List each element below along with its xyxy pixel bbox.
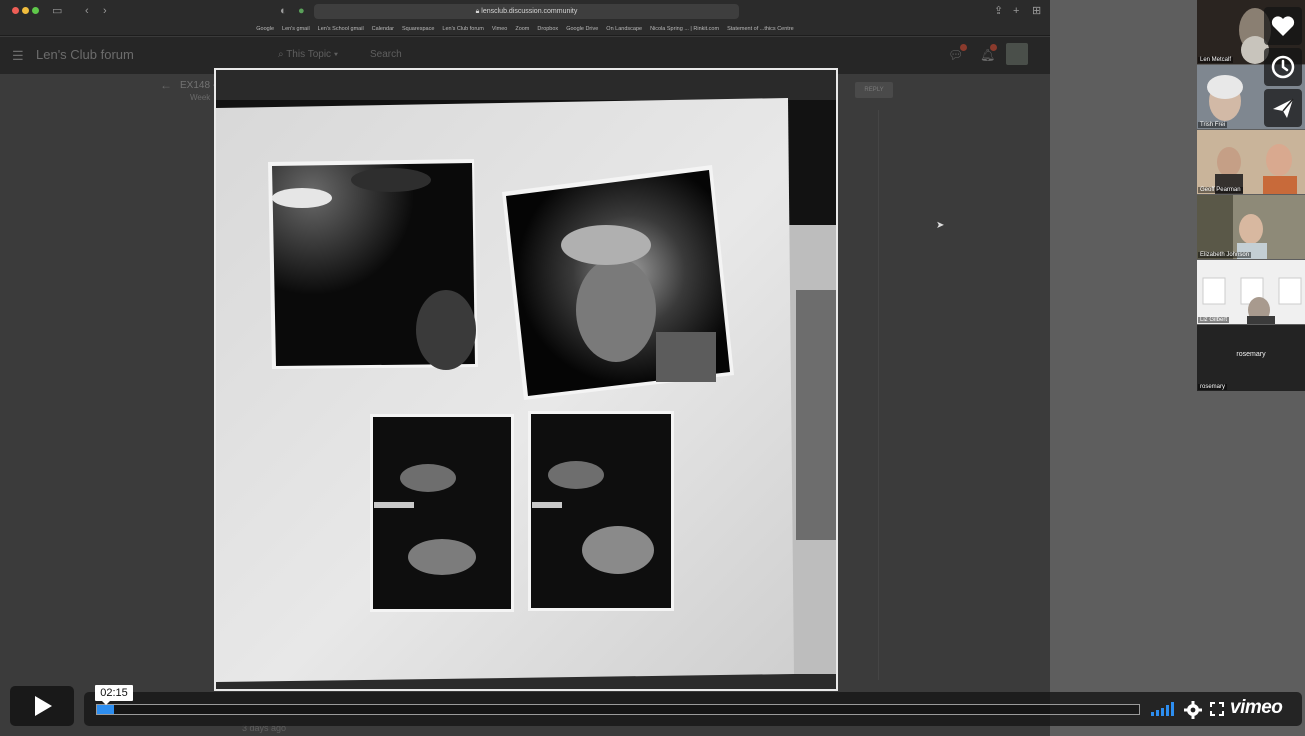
new-tab-icon[interactable]: + xyxy=(1013,4,1019,18)
participant-tile[interactable]: Geoff Pearman xyxy=(1197,130,1305,194)
light-shadow xyxy=(416,290,476,370)
send-icon xyxy=(1273,98,1294,118)
screen: ▭ ‹ › ◐ ● 🔒︎ lensclub.discussion.communi… xyxy=(0,0,1305,736)
participant-tile[interactable]: rosemary rosemary xyxy=(1197,325,1305,391)
back-arrow-icon[interactable]: ← xyxy=(160,78,172,92)
play-icon xyxy=(35,696,52,716)
participant-name: Len Metcalf xyxy=(1198,57,1234,63)
participant-video xyxy=(1197,260,1305,324)
address-bar[interactable]: 🔒︎ lensclub.discussion.community xyxy=(314,4,739,19)
bookmark[interactable]: Len's Club forum xyxy=(442,24,483,34)
topic-title[interactable]: EX148 - xyxy=(180,80,216,91)
bookmark[interactable]: Len's School gmail xyxy=(318,24,364,34)
share-button[interactable] xyxy=(1264,89,1302,127)
play-button[interactable] xyxy=(10,686,74,726)
chat-unread-badge xyxy=(960,44,967,51)
participant-placeholder-name: rosemary xyxy=(1236,351,1266,358)
topic-category[interactable]: Week xyxy=(190,93,210,102)
heart-icon xyxy=(1271,16,1295,36)
watch-later-button[interactable] xyxy=(1264,48,1302,86)
volume-icon[interactable] xyxy=(1150,701,1176,717)
hand-lower xyxy=(408,539,476,575)
hand-upper xyxy=(400,464,456,492)
print-hands-right xyxy=(531,414,671,608)
background-wall xyxy=(216,70,836,100)
lightbox-image[interactable] xyxy=(214,68,838,691)
bookmark[interactable]: Nicola Spring ... | Rinkit.com xyxy=(650,24,719,34)
sidebar-icon[interactable]: ▭ xyxy=(52,4,62,18)
participant-tile[interactable]: Liz Gilbert xyxy=(1197,260,1305,324)
portrait-shirt xyxy=(656,332,716,382)
notification-badge xyxy=(990,44,997,51)
bookmark[interactable]: Google xyxy=(256,24,274,34)
menu-icon[interactable]: ☰ xyxy=(12,48,24,64)
bookmark[interactable]: Statement of ...thics Centre xyxy=(727,24,794,34)
vimeo-logo[interactable]: vimeo xyxy=(1230,697,1283,719)
hand-upper xyxy=(548,461,604,489)
search-input[interactable]: Search xyxy=(370,49,402,60)
search-scope[interactable]: ⌕ This Topic ▾ xyxy=(278,49,338,60)
light-streak xyxy=(351,168,431,192)
address-text: lensclub.discussion.community xyxy=(481,8,578,15)
participant-name: rosemary xyxy=(1198,384,1228,390)
extension-icon[interactable]: ● xyxy=(298,4,305,18)
bookmark[interactable]: Squarespace xyxy=(402,24,434,34)
bookmark[interactable]: Vimeo xyxy=(492,24,508,34)
search-scope-label: This Topic xyxy=(286,49,332,60)
topic-divider xyxy=(878,110,879,680)
share-icon[interactable]: ⇪ xyxy=(994,4,1003,18)
print-hands-left xyxy=(373,417,511,609)
participant-name: Geoff Pearman xyxy=(1198,187,1243,193)
participant-name: Trish Frei xyxy=(1198,122,1228,128)
fullscreen-icon[interactable] xyxy=(1210,702,1224,716)
clock-icon xyxy=(1271,55,1295,79)
progress-bar[interactable] xyxy=(96,704,1140,715)
privacy-shield-icon[interactable]: ◐ xyxy=(280,4,287,18)
bookmark[interactable]: Zoom xyxy=(515,24,529,34)
hand-lower xyxy=(582,526,654,574)
participant-name: Liz Gilbert xyxy=(1198,317,1230,323)
minimize-window-dot[interactable] xyxy=(22,7,29,14)
bookmark[interactable]: Len's gmail xyxy=(282,24,310,34)
participant-name: Elizabeth Johnson xyxy=(1198,252,1252,258)
settings-gear-icon[interactable] xyxy=(1184,701,1202,719)
mouse-cursor-icon: ➤ xyxy=(936,220,945,231)
participant-video xyxy=(1197,130,1305,194)
bookmark[interactable]: Calendar xyxy=(372,24,394,34)
photo-prints-on-mat xyxy=(216,70,836,689)
participant-tile[interactable]: Elizabeth Johnson xyxy=(1197,195,1305,259)
like-button[interactable] xyxy=(1264,7,1302,45)
progress-played xyxy=(97,705,114,714)
light-flare xyxy=(272,188,332,208)
portrait-hair xyxy=(561,225,651,265)
close-window-dot[interactable] xyxy=(12,7,19,14)
background-print-edge xyxy=(796,290,836,540)
browser-titlebar: ▭ ‹ › ◐ ● 🔒︎ lensclub.discussion.communi… xyxy=(0,0,1050,36)
bookmark[interactable]: Dropbox xyxy=(537,24,558,34)
bookmark[interactable]: Google Drive xyxy=(566,24,598,34)
portrait-face xyxy=(576,258,656,362)
lighter-flame xyxy=(374,502,414,508)
bookmarks-bar: Google Len's gmail Len's School gmail Ca… xyxy=(0,24,1050,34)
lighter-flame xyxy=(532,502,562,508)
current-time: 02:15 xyxy=(95,685,133,705)
reply-button[interactable]: REPLY xyxy=(855,82,893,98)
participant-video xyxy=(1197,195,1305,259)
forward-icon[interactable]: › xyxy=(103,4,107,18)
user-avatar[interactable] xyxy=(1006,43,1028,65)
forum-title[interactable]: Len's Club forum xyxy=(36,47,134,62)
back-icon[interactable]: ‹ xyxy=(85,4,89,18)
bookmark[interactable]: On Landscape xyxy=(606,24,642,34)
tab-overview-icon[interactable]: ⊞ xyxy=(1032,4,1041,18)
maximize-window-dot[interactable] xyxy=(32,7,39,14)
